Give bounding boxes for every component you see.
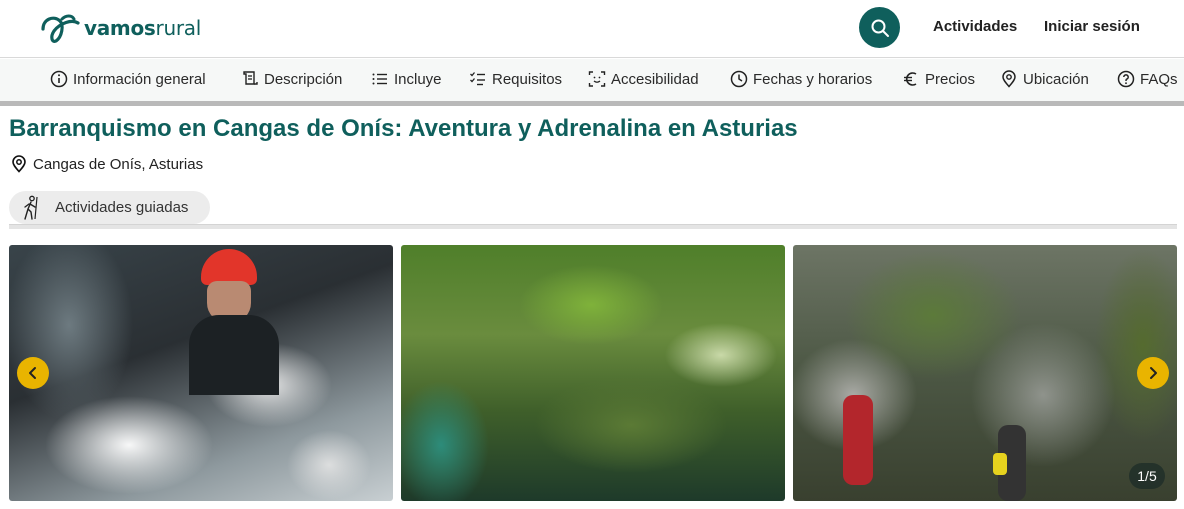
nav-descripcion[interactable]: Descripción [241,70,342,88]
nav-label: Ubicación [1023,70,1089,88]
location-pin-icon [1002,70,1016,88]
activity-category-tag[interactable]: Actividades guiadas [9,191,210,224]
nav-label: FAQs [1140,70,1178,88]
nav-requisitos[interactable]: Requisitos [469,70,562,88]
section-nav: Información general Descripción Incluye … [0,59,1184,102]
nav-incluye[interactable]: Incluye [371,70,442,88]
nav-label: Precios [925,70,976,88]
nav-label: Información general [73,70,206,88]
gallery-next-button[interactable] [1137,357,1169,389]
nav-faqs[interactable]: FAQs [1117,70,1178,88]
search-button[interactable] [859,7,900,48]
location-text: Cangas de Onís, Asturias [33,155,204,173]
canyoning-splash-photo[interactable] [9,245,393,501]
tag-label: Actividades guiadas [55,199,189,216]
section-nav-scroll-track [0,101,1184,106]
login-link[interactable]: Iniciar sesión [1044,18,1140,35]
person-red-suit [843,395,873,485]
gallery-prev-button[interactable] [17,357,49,389]
nav-informacion-general[interactable]: Información general [50,70,206,88]
nav-accesibilidad[interactable]: Accesibilidad [588,70,699,88]
red-helmet [201,249,257,285]
chevron-right-icon [1150,367,1157,379]
canyon-rocks-photo[interactable] [793,245,1177,501]
content-divider [9,224,1177,229]
nav-label: Incluye [394,70,442,88]
scroll-icon [243,71,258,85]
vamosrural-logo[interactable]: vamosrural [40,9,201,47]
activities-link[interactable]: Actividades [933,18,1017,35]
person-wetsuit [189,315,279,395]
location-pin-icon [12,155,26,173]
logo-text: vamosrural [84,16,201,40]
nav-precios[interactable]: Precios [902,70,975,88]
nav-label: Accesibilidad [611,70,699,88]
nav-ubicacion[interactable]: Ubicación [1000,70,1089,88]
hiker-icon [24,195,38,220]
site-header: vamosrural Actividades Iniciar sesión [0,0,1184,58]
question-circle-icon [1117,70,1135,88]
info-circle-icon [50,70,68,88]
nav-label: Fechas y horarios [753,70,873,88]
face-scan-icon [588,71,606,87]
page-title: Barranquismo en Cangas de Onís: Aventura… [9,115,798,142]
list-icon [372,73,387,85]
chevron-left-icon [29,367,36,379]
activity-location: Cangas de Onís, Asturias [10,155,203,173]
gallery-counter: 1/5 [1129,463,1165,489]
clock-icon [730,70,748,88]
logo-mark-icon [41,14,80,43]
nav-label: Descripción [264,70,343,88]
euro-icon [904,72,917,86]
yellow-bag [993,453,1007,475]
nav-fechas-y-horarios[interactable]: Fechas y horarios [730,70,872,88]
search-icon [871,19,889,37]
checklist-icon [470,72,485,86]
nav-label: Requisitos [492,70,563,88]
mossy-waterfall-photo[interactable] [401,245,785,501]
